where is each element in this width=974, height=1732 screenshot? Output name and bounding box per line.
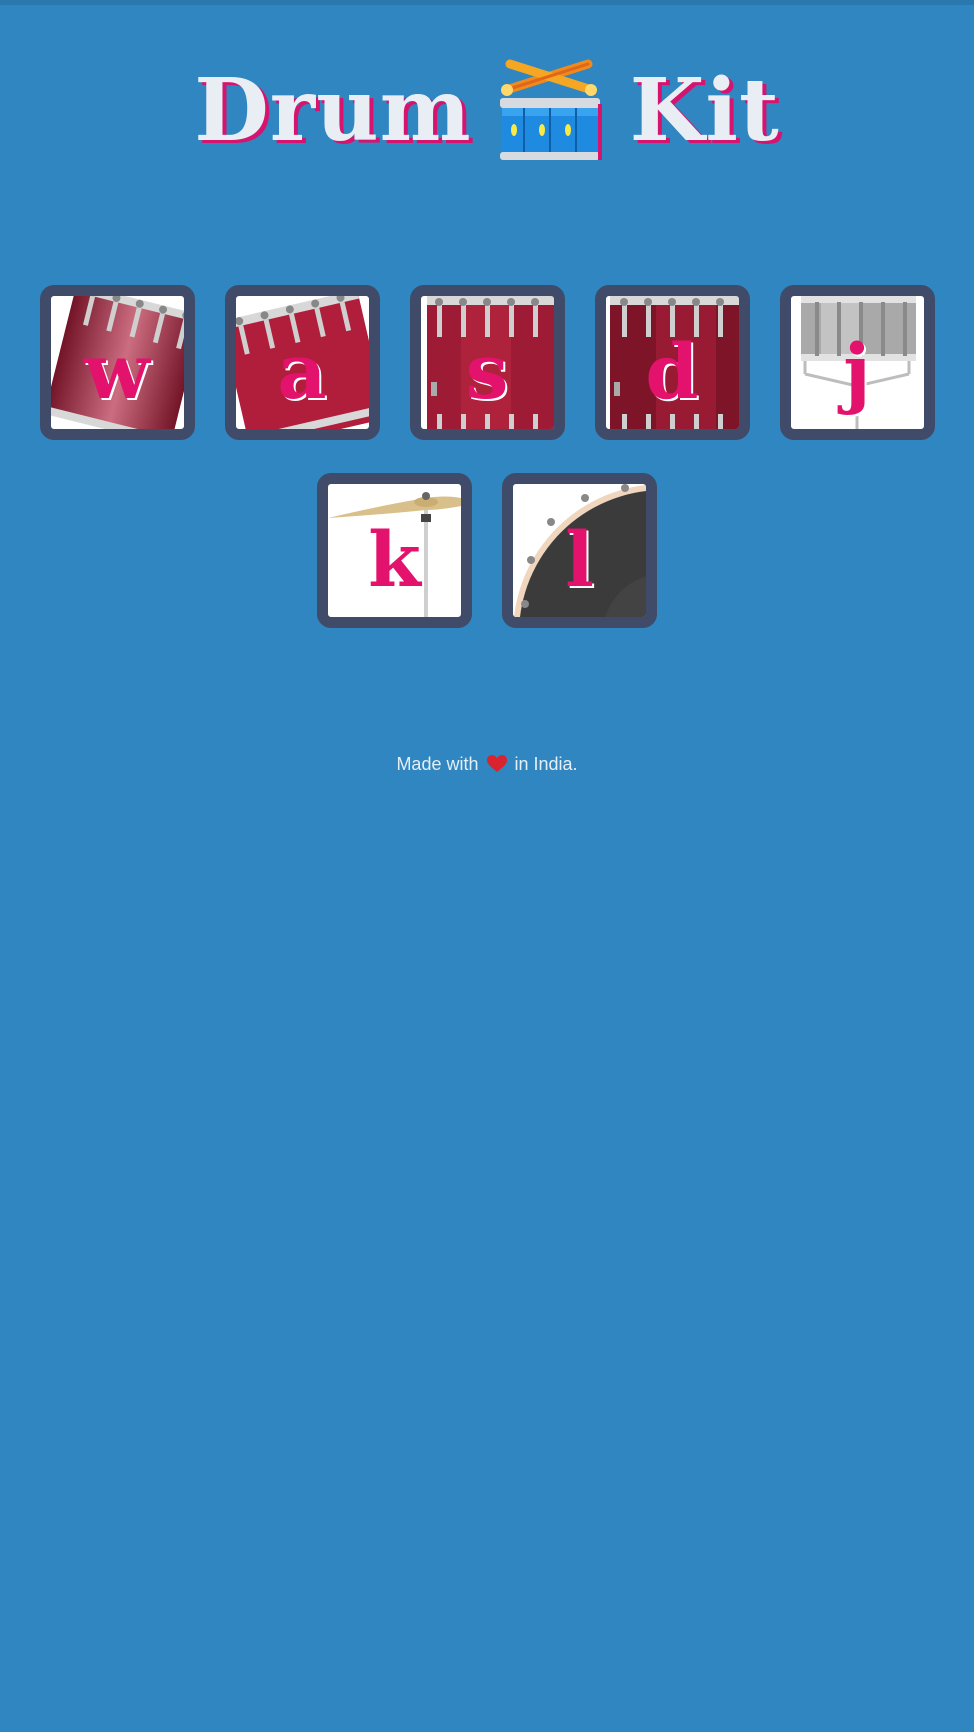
title-word-drum: Drum	[194, 60, 472, 161]
page-title: Drum Kit	[0, 56, 974, 166]
drum-row-bottom: k l	[0, 473, 974, 628]
drum-key-a[interactable]: a	[224, 285, 380, 440]
heart-icon	[486, 755, 507, 772]
drum-key-j[interactable]: j	[779, 285, 935, 440]
key-letter-j: j	[843, 326, 871, 416]
drum-key-l[interactable]: l	[502, 473, 657, 628]
drum-row-top: w a s d j	[0, 285, 974, 440]
footer: Made with in India.	[0, 754, 974, 775]
key-letter-d: d	[645, 326, 699, 416]
title-word-kit: Kit	[629, 60, 780, 161]
drum-key-d[interactable]: d	[594, 285, 750, 440]
footer-suffix: in India.	[514, 754, 578, 774]
footer-prefix: Made with	[396, 754, 479, 774]
drum-key-k[interactable]: k	[317, 473, 472, 628]
key-letter-l: l	[565, 514, 594, 604]
key-letter-k: k	[368, 514, 421, 604]
key-letter-a: a	[277, 326, 327, 416]
drum-key-s[interactable]: s	[409, 285, 565, 440]
key-letter-w: w	[84, 326, 150, 416]
key-letter-s: s	[465, 326, 509, 416]
top-strip	[0, 0, 974, 5]
drum-key-w[interactable]: w	[39, 285, 195, 440]
drum-icon	[499, 59, 602, 160]
